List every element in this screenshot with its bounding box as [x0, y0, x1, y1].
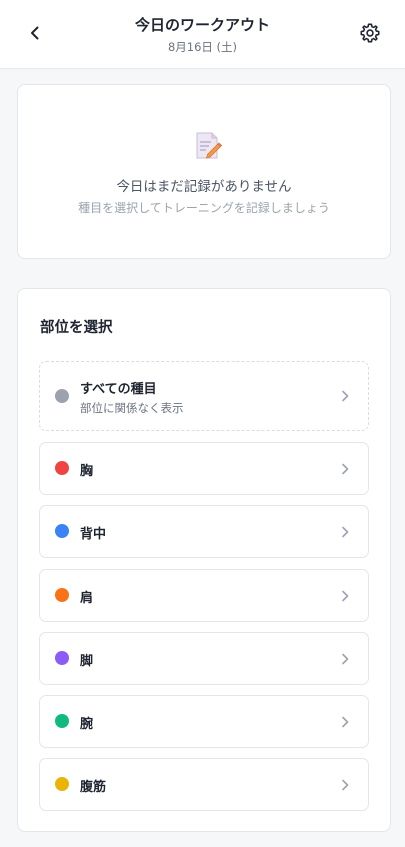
body-part-legs[interactable]: 脚	[39, 632, 369, 685]
chevron-right-icon	[342, 716, 349, 728]
color-dot	[55, 777, 69, 791]
chevron-right-icon	[342, 590, 349, 602]
chevron-right-icon	[342, 526, 349, 538]
gear-icon	[360, 23, 380, 43]
empty-state-card: 今日はまだ記録がありません 種目を選択してトレーニングを記録しましょう	[17, 84, 391, 259]
page-title: 今日のワークアウト	[134, 16, 270, 34]
settings-button[interactable]	[357, 20, 383, 46]
app-header: 今日のワークアウト 8月16日 (土)	[0, 0, 405, 69]
chevron-right-icon	[342, 779, 349, 791]
body-part-shoulders[interactable]: 肩	[39, 569, 369, 622]
color-dot	[55, 588, 69, 602]
chevron-right-icon	[342, 390, 349, 402]
body-part-label: 胸	[80, 464, 94, 479]
memo-pencil-icon	[196, 132, 222, 159]
body-part-chest[interactable]: 胸	[39, 442, 369, 495]
color-dot	[55, 651, 69, 665]
empty-state-title: 今日はまだ記録がありません	[116, 179, 292, 195]
page-date: 8月16日 (土)	[167, 40, 238, 54]
color-dot	[55, 389, 69, 403]
chevron-right-icon	[342, 463, 349, 475]
color-dot	[55, 461, 69, 475]
chevron-right-icon	[342, 653, 349, 665]
color-dot	[55, 714, 69, 728]
body-part-label: 背中	[80, 527, 107, 542]
body-part-label: 腕	[80, 717, 94, 732]
color-dot	[55, 524, 69, 538]
empty-state-subtitle: 種目を選択してトレーニングを記録しましょう	[78, 201, 330, 215]
body-part-all[interactable]: すべての種目 部位に関係なく表示	[39, 361, 369, 431]
body-part-label: 脚	[80, 654, 94, 669]
section-heading: 部位を選択	[40, 320, 113, 336]
body-part-description: 部位に関係なく表示	[80, 401, 184, 415]
body-part-abs[interactable]: 腹筋	[39, 758, 369, 811]
body-part-label: 肩	[80, 591, 94, 606]
body-part-arms[interactable]: 腕	[39, 695, 369, 748]
body-part-card: 部位を選択 すべての種目 部位に関係なく表示 胸 背中 肩 脚 腕 腹筋	[17, 288, 391, 832]
body-part-back[interactable]: 背中	[39, 505, 369, 558]
body-part-label: すべての種目	[80, 382, 157, 397]
body-part-label: 腹筋	[80, 780, 107, 795]
